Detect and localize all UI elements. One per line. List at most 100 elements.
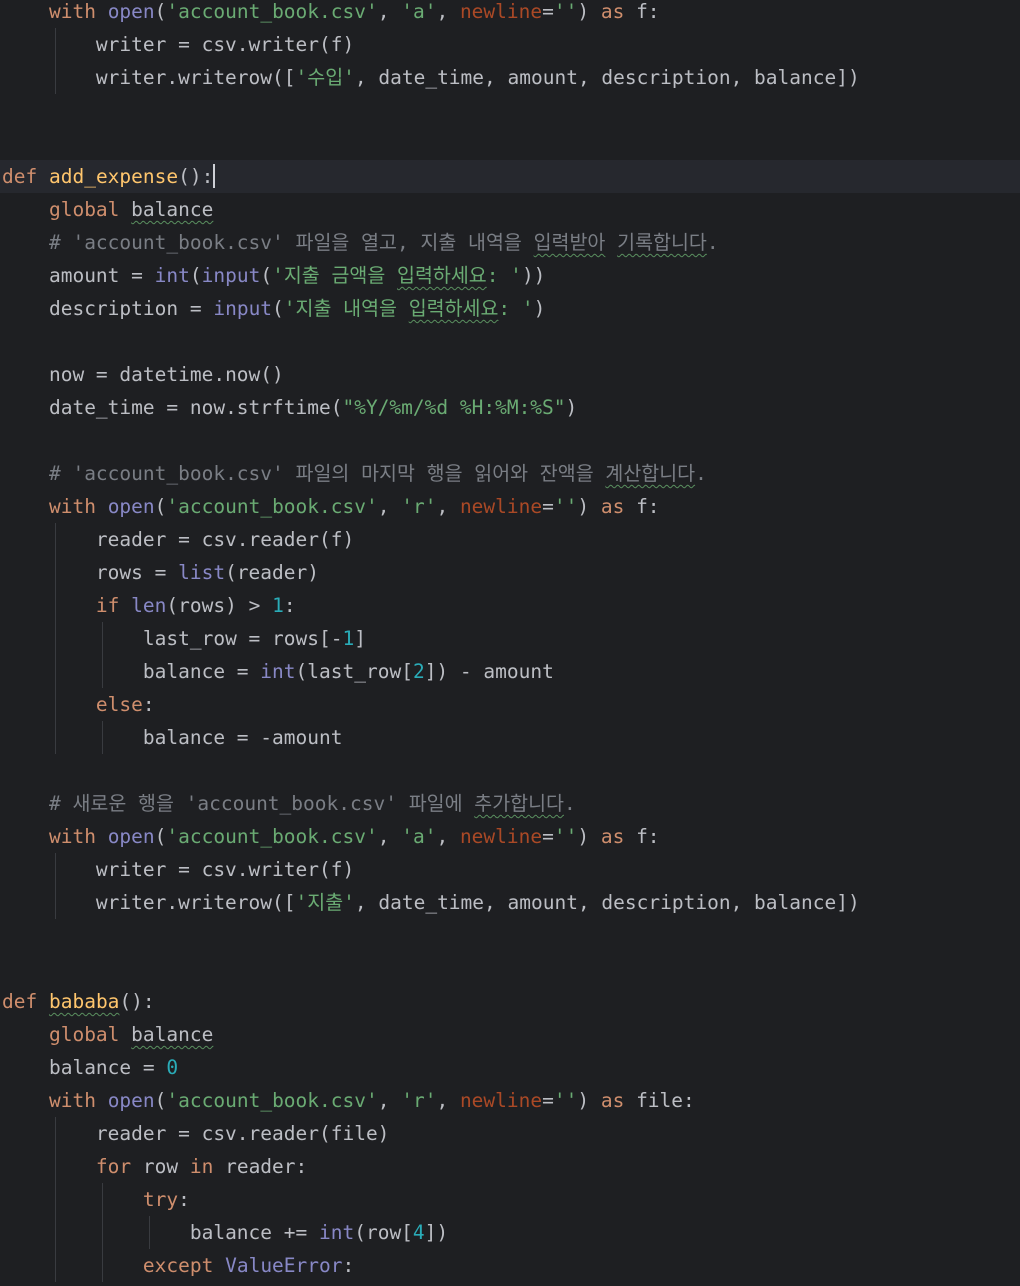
- code-token: (: [272, 297, 284, 320]
- code-token: newline: [459, 495, 543, 518]
- code-text: writer = csv.writer(f): [2, 28, 354, 61]
- code-token: writer = csv.writer(f): [95, 858, 355, 881]
- code-token: for: [95, 1155, 132, 1178]
- code-text: rows = list(reader): [2, 556, 319, 589]
- code-line[interactable]: # 새로운 행을 'account_book.csv' 파일에 추가합니다.: [0, 787, 1020, 820]
- code-token: writer = csv.writer(f): [95, 33, 355, 56]
- code-text: except ValueError:: [2, 1249, 354, 1282]
- code-token: add_expense: [48, 165, 179, 188]
- code-line[interactable]: [0, 919, 1020, 952]
- code-line[interactable]: balance = int(last_row[2]) - amount: [0, 655, 1020, 688]
- code-token: , date_time, amount, description, balanc…: [354, 66, 860, 89]
- code-line[interactable]: try:: [0, 1183, 1020, 1216]
- code-token: ]): [424, 1221, 449, 1244]
- code-line[interactable]: # 'account_book.csv' 파일을 열고, 지출 내역을 입력받아…: [0, 226, 1020, 259]
- code-token: in: [189, 1155, 214, 1178]
- code-line[interactable]: reader = csv.reader(f): [0, 523, 1020, 556]
- code-editor[interactable]: with open('account_book.csv', 'a', newli…: [0, 0, 1020, 1286]
- code-token: =: [542, 825, 554, 848]
- code-line[interactable]: with open('account_book.csv', 'a', newli…: [0, 820, 1020, 853]
- code-line[interactable]: if len(rows) > 1:: [0, 589, 1020, 622]
- code-line[interactable]: except ValueError:: [0, 1249, 1020, 1282]
- code-token: (: [260, 264, 273, 287]
- code-token: 계산합니다: [605, 462, 696, 485]
- code-token: global: [48, 1023, 120, 1046]
- code-token: ]: [354, 627, 366, 650]
- code-text: balance = int(last_row[2]) - amount: [2, 655, 554, 688]
- code-token: 1: [272, 594, 284, 617]
- code-token: ,: [377, 495, 402, 518]
- code-token: ValueError: [225, 1254, 343, 1277]
- code-text: global balance: [2, 1018, 213, 1051]
- code-token: '': [553, 825, 578, 848]
- code-line[interactable]: def bababa():: [0, 985, 1020, 1018]
- code-token: ,: [377, 0, 402, 23]
- code-text: date_time = now.strftime("%Y/%m/%d %H:%M…: [2, 391, 577, 424]
- code-line[interactable]: with open('account_book.csv', 'r', newli…: [0, 1084, 1020, 1117]
- code-line[interactable]: balance = -amount: [0, 721, 1020, 754]
- code-token: '지출 내역을: [283, 297, 409, 320]
- code-line[interactable]: [0, 94, 1020, 127]
- code-token: balance =: [142, 660, 261, 683]
- code-line[interactable]: writer.writerow(['수입', date_time, amount…: [0, 61, 1020, 94]
- code-token: try: [142, 1188, 179, 1211]
- code-text: reader = csv.reader(file): [2, 1117, 390, 1150]
- code-text: def bababa():: [2, 985, 155, 1018]
- code-token: 'account_book.csv': [166, 1089, 378, 1112]
- code-token: ): [577, 825, 601, 848]
- code-line[interactable]: global balance: [0, 1018, 1020, 1051]
- code-text: # 'account_book.csv' 파일의 마지막 행을 읽어와 잔액을 …: [2, 457, 707, 490]
- code-text: global balance: [2, 193, 213, 226]
- code-line[interactable]: writer = csv.writer(f): [0, 853, 1020, 886]
- code-line[interactable]: with open('account_book.csv', 'a', newli…: [0, 0, 1020, 28]
- code-line[interactable]: amount = int(input('지출 금액을 입력하세요: ')): [0, 259, 1020, 292]
- code-line[interactable]: balance += int(row[4]): [0, 1216, 1020, 1249]
- code-line[interactable]: [0, 424, 1020, 457]
- code-text: now = datetime.now(): [2, 358, 284, 391]
- code-token: .: [695, 462, 707, 485]
- code-line[interactable]: writer = csv.writer(f): [0, 28, 1020, 61]
- code-token: newline: [459, 825, 543, 848]
- code-token: 추가합니다: [474, 792, 564, 815]
- code-token: '수입': [295, 66, 355, 89]
- code-line[interactable]: # 'account_book.csv' 파일의 마지막 행을 읽어와 잔액을 …: [0, 457, 1020, 490]
- code-line[interactable]: writer.writerow(['지출', date_time, amount…: [0, 886, 1020, 919]
- code-line[interactable]: reader = csv.reader(file): [0, 1117, 1020, 1150]
- code-line[interactable]: [0, 127, 1020, 160]
- code-line[interactable]: else:: [0, 688, 1020, 721]
- code-line[interactable]: [0, 325, 1020, 358]
- code-line[interactable]: date_time = now.strftime("%Y/%m/%d %H:%M…: [0, 391, 1020, 424]
- code-token: '': [553, 1089, 578, 1112]
- code-token: reader = csv.reader(file): [95, 1122, 390, 1145]
- code-line[interactable]: now = datetime.now(): [0, 358, 1020, 391]
- code-line[interactable]: rows = list(reader): [0, 556, 1020, 589]
- code-text: balance = 0: [2, 1051, 178, 1084]
- code-line[interactable]: last_row = rows[-1]: [0, 622, 1020, 655]
- code-token: 'account_book.csv': [166, 0, 378, 23]
- code-token: )): [521, 264, 546, 287]
- code-text: else:: [2, 688, 155, 721]
- code-line[interactable]: for row in reader:: [0, 1150, 1020, 1183]
- code-token: :: [178, 1188, 190, 1211]
- code-line[interactable]: description = input('지출 내역을 입력하세요: '): [0, 292, 1020, 325]
- code-line[interactable]: [0, 952, 1020, 985]
- code-line[interactable]: balance = 0: [0, 1051, 1020, 1084]
- code-token: ): [577, 0, 601, 23]
- code-line[interactable]: with open('account_book.csv', 'r', newli…: [0, 490, 1020, 523]
- code-line[interactable]: def add_expense():: [0, 160, 1020, 193]
- code-line[interactable]: global balance: [0, 193, 1020, 226]
- code-line[interactable]: [0, 754, 1020, 787]
